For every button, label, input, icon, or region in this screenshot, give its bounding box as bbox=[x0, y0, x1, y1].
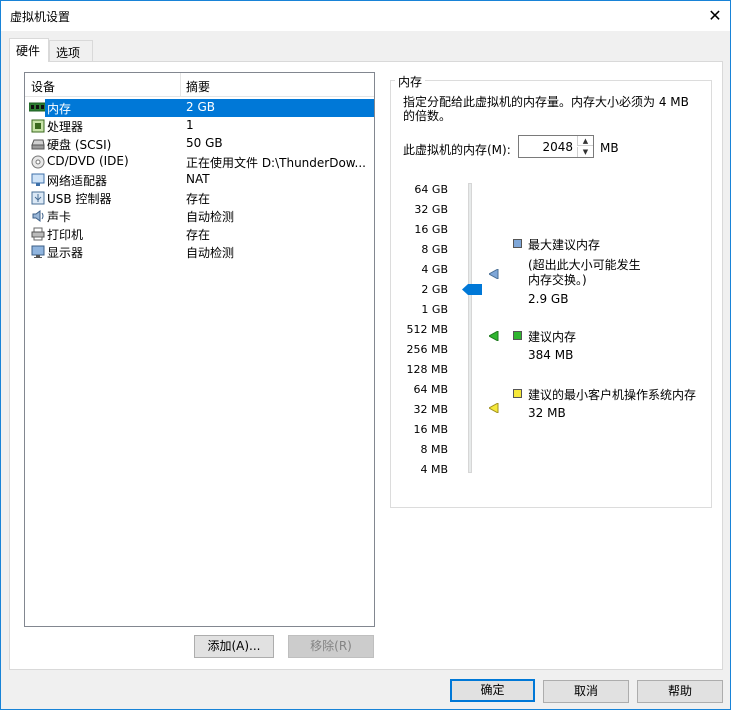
scale-label: 64 GB bbox=[414, 183, 448, 196]
tab-hardware-label: 硬件 bbox=[16, 44, 41, 58]
device-row-name: 硬盘 (SCSI) bbox=[47, 138, 112, 152]
tab-hardware[interactable]: 硬件 bbox=[9, 38, 49, 62]
scale-label: 8 MB bbox=[420, 443, 448, 456]
device-row-name: 处理器 bbox=[47, 120, 84, 134]
max-recommended-value: 2.9 GB bbox=[528, 292, 569, 306]
usb-icon bbox=[31, 191, 45, 205]
device-row-sound-card[interactable]: 声卡 自动检测 bbox=[25, 207, 374, 225]
scale-label: 128 MB bbox=[406, 363, 448, 376]
scale-label: 1 GB bbox=[421, 303, 448, 316]
tab-options-label: 选项 bbox=[56, 46, 81, 60]
memory-group-title: 内存 bbox=[395, 73, 426, 90]
close-button[interactable]: ✕ bbox=[700, 1, 730, 31]
window-title: 虚拟机设置 bbox=[10, 10, 71, 24]
memory-slider-track[interactable] bbox=[468, 183, 472, 473]
device-row-name: USB 控制器 bbox=[47, 192, 112, 206]
max-recommended-legend-icon bbox=[513, 239, 522, 248]
device-row-summary: 2 GB bbox=[186, 100, 215, 114]
min-guest-os-marker-icon bbox=[489, 403, 499, 413]
device-row-summary: 存在 bbox=[186, 192, 211, 206]
sound-card-icon bbox=[32, 210, 44, 222]
printer-icon bbox=[31, 227, 45, 241]
recommended-marker-icon bbox=[489, 331, 499, 341]
device-row-usb-controller[interactable]: USB 控制器 存在 bbox=[25, 189, 374, 207]
device-row-summary: NAT bbox=[186, 172, 210, 186]
min-guest-os-title: 建议的最小客户机操作系统内存 bbox=[528, 388, 697, 402]
scale-label: 256 MB bbox=[406, 343, 448, 356]
column-header-device[interactable]: 设备 bbox=[31, 78, 55, 95]
scale-label: 2 GB bbox=[421, 283, 448, 296]
device-row-summary: 自动检测 bbox=[186, 210, 235, 224]
memory-unit: MB bbox=[600, 141, 619, 155]
device-row-name: 内存 bbox=[47, 102, 72, 116]
max-recommended-marker-icon bbox=[489, 269, 499, 279]
remove-device-button[interactable]: 移除(R) bbox=[288, 635, 374, 658]
scale-label: 4 GB bbox=[421, 263, 448, 276]
device-list[interactable]: 设备 摘要 内存 2 GB 处理器 1 硬盘 (SCSI) 50 GB CD/D… bbox=[24, 72, 375, 627]
device-row-printer[interactable]: 打印机 存在 bbox=[25, 225, 374, 243]
title-bar: 虚拟机设置 ✕ bbox=[1, 1, 730, 31]
memory-size-input[interactable]: 2048 ▲ ▼ bbox=[518, 135, 594, 158]
hardware-tab-panel: 设备 摘要 内存 2 GB 处理器 1 硬盘 (SCSI) 50 GB CD/D… bbox=[9, 61, 723, 670]
scale-label: 4 MB bbox=[420, 463, 448, 476]
cd-dvd-icon bbox=[31, 155, 45, 169]
device-row-processor[interactable]: 处理器 1 bbox=[25, 117, 374, 135]
device-row-network-adapter[interactable]: 网络适配器 NAT bbox=[25, 171, 374, 189]
scale-label: 16 MB bbox=[413, 423, 448, 436]
memory-slider-thumb[interactable] bbox=[462, 284, 482, 295]
device-row-name: 声卡 bbox=[47, 210, 72, 224]
device-row-summary: 50 GB bbox=[186, 136, 223, 150]
scale-label: 16 GB bbox=[414, 223, 448, 236]
recommended-title: 建议内存 bbox=[528, 330, 577, 344]
recommended-legend-icon bbox=[513, 331, 522, 340]
device-row-hard-disk[interactable]: 硬盘 (SCSI) 50 GB bbox=[25, 135, 374, 153]
min-guest-os-legend-icon bbox=[513, 389, 522, 398]
device-row-name: 网络适配器 bbox=[47, 174, 108, 188]
scale-label: 8 GB bbox=[421, 243, 448, 256]
scale-label: 512 MB bbox=[406, 323, 448, 336]
scale-label: 32 MB bbox=[413, 403, 448, 416]
scale-label: 64 MB bbox=[413, 383, 448, 396]
display-icon bbox=[31, 245, 45, 258]
recommended-value: 384 MB bbox=[528, 348, 574, 362]
hard-disk-icon bbox=[31, 139, 45, 150]
memory-description: 指定分配给此虚拟机的内存量。内存大小必须为 4 MB 的倍数。 bbox=[403, 95, 689, 123]
device-row-name: 打印机 bbox=[47, 228, 84, 242]
device-row-summary: 自动检测 bbox=[186, 246, 235, 260]
min-guest-os-value: 32 MB bbox=[528, 406, 566, 420]
help-button[interactable]: 帮助 bbox=[637, 680, 723, 703]
device-row-memory[interactable]: 内存 2 GB bbox=[45, 99, 374, 117]
memory-size-value: 2048 bbox=[542, 140, 573, 154]
max-recommended-note: (超出此大小可能发生内存交换。) bbox=[528, 258, 641, 287]
max-recommended-title: 最大建议内存 bbox=[528, 238, 601, 252]
ok-button[interactable]: 确定 bbox=[450, 679, 535, 702]
cpu-icon bbox=[31, 119, 45, 133]
cancel-button[interactable]: 取消 bbox=[543, 680, 629, 703]
memory-input-label: 此虚拟机的内存(M): bbox=[403, 143, 511, 157]
add-device-button[interactable]: 添加(A)... bbox=[194, 635, 274, 658]
column-separator[interactable] bbox=[180, 73, 181, 97]
scale-label: 32 GB bbox=[414, 203, 448, 216]
device-row-cd-dvd[interactable]: CD/DVD (IDE) 正在使用文件 D:\ThunderDow... bbox=[25, 153, 374, 171]
device-row-display[interactable]: 显示器 自动检测 bbox=[25, 243, 374, 261]
device-list-header: 设备 摘要 bbox=[25, 73, 374, 97]
spin-up-icon[interactable]: ▲ bbox=[577, 136, 593, 146]
vm-settings-window: 虚拟机设置 ✕ 硬件 选项 设备 摘要 内存 2 GB 处理器 1 硬盘 (SC… bbox=[0, 0, 731, 710]
network-adapter-icon bbox=[31, 173, 45, 186]
device-row-summary: 1 bbox=[186, 118, 194, 132]
spin-down-icon[interactable]: ▼ bbox=[577, 147, 593, 157]
device-row-name: CD/DVD (IDE) bbox=[47, 154, 129, 168]
column-header-summary[interactable]: 摘要 bbox=[186, 78, 210, 95]
device-row-summary: 存在 bbox=[186, 228, 211, 242]
device-row-summary: 正在使用文件 D:\ThunderDow... bbox=[186, 156, 366, 170]
device-row-name: 显示器 bbox=[47, 246, 84, 260]
tab-options[interactable]: 选项 bbox=[49, 40, 93, 62]
